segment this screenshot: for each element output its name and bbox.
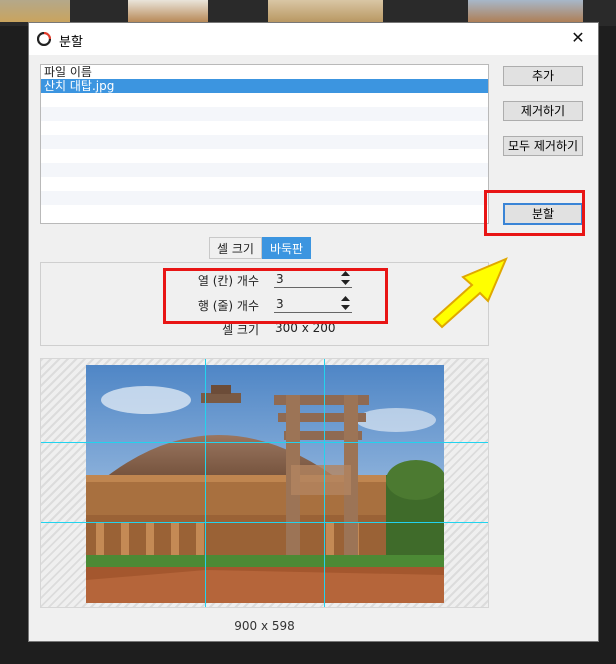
- list-row-empty: [41, 191, 488, 205]
- split-dialog: 분할 ✕ 파일 이름 산치 대탑.jpg 추가 제거하기 모두 제거하기 분할 …: [28, 22, 599, 642]
- list-row-empty: [41, 135, 488, 149]
- add-button[interactable]: 추가: [503, 66, 583, 86]
- tab-cell-size[interactable]: 셀 크기: [209, 237, 262, 259]
- title-bar: 분할 ✕: [29, 23, 598, 55]
- grid-line-vertical: [205, 359, 206, 607]
- grid-inputs-highlight: [163, 268, 388, 324]
- remove-all-button[interactable]: 모두 제거하기: [503, 136, 583, 156]
- close-icon[interactable]: ✕: [568, 28, 588, 47]
- image-preview: [40, 358, 489, 608]
- file-list-header: 파일 이름: [44, 65, 92, 79]
- split-button-highlight: [484, 190, 585, 236]
- grid-line-horizontal: [41, 442, 488, 443]
- app-logo-icon: [37, 32, 51, 46]
- list-row-empty: [41, 107, 488, 121]
- grid-line-vertical: [324, 359, 325, 607]
- mode-tabs: 셀 크기 바둑판: [209, 237, 312, 261]
- list-row-empty: [41, 93, 488, 107]
- file-list[interactable]: 파일 이름 산치 대탑.jpg: [40, 64, 489, 224]
- list-row-empty: [41, 177, 488, 191]
- preview-photo: [86, 365, 444, 603]
- pointer-arrow-icon: [432, 257, 508, 329]
- window-title: 분할: [59, 35, 83, 50]
- background-thumbnail: [268, 0, 383, 22]
- list-row-empty: [41, 121, 488, 135]
- background-thumbnail: [468, 0, 583, 22]
- list-item[interactable]: 산치 대탑.jpg: [41, 79, 488, 93]
- list-row-empty: [41, 163, 488, 177]
- grid-line-horizontal: [41, 522, 488, 523]
- tab-grid[interactable]: 바둑판: [261, 237, 312, 259]
- background-thumbnail: [128, 0, 208, 22]
- list-row-empty: [41, 149, 488, 163]
- background-thumbnail: [0, 0, 70, 22]
- image-size-label: 900 x 598: [234, 619, 295, 633]
- list-row-empty: [41, 205, 488, 219]
- remove-button[interactable]: 제거하기: [503, 101, 583, 121]
